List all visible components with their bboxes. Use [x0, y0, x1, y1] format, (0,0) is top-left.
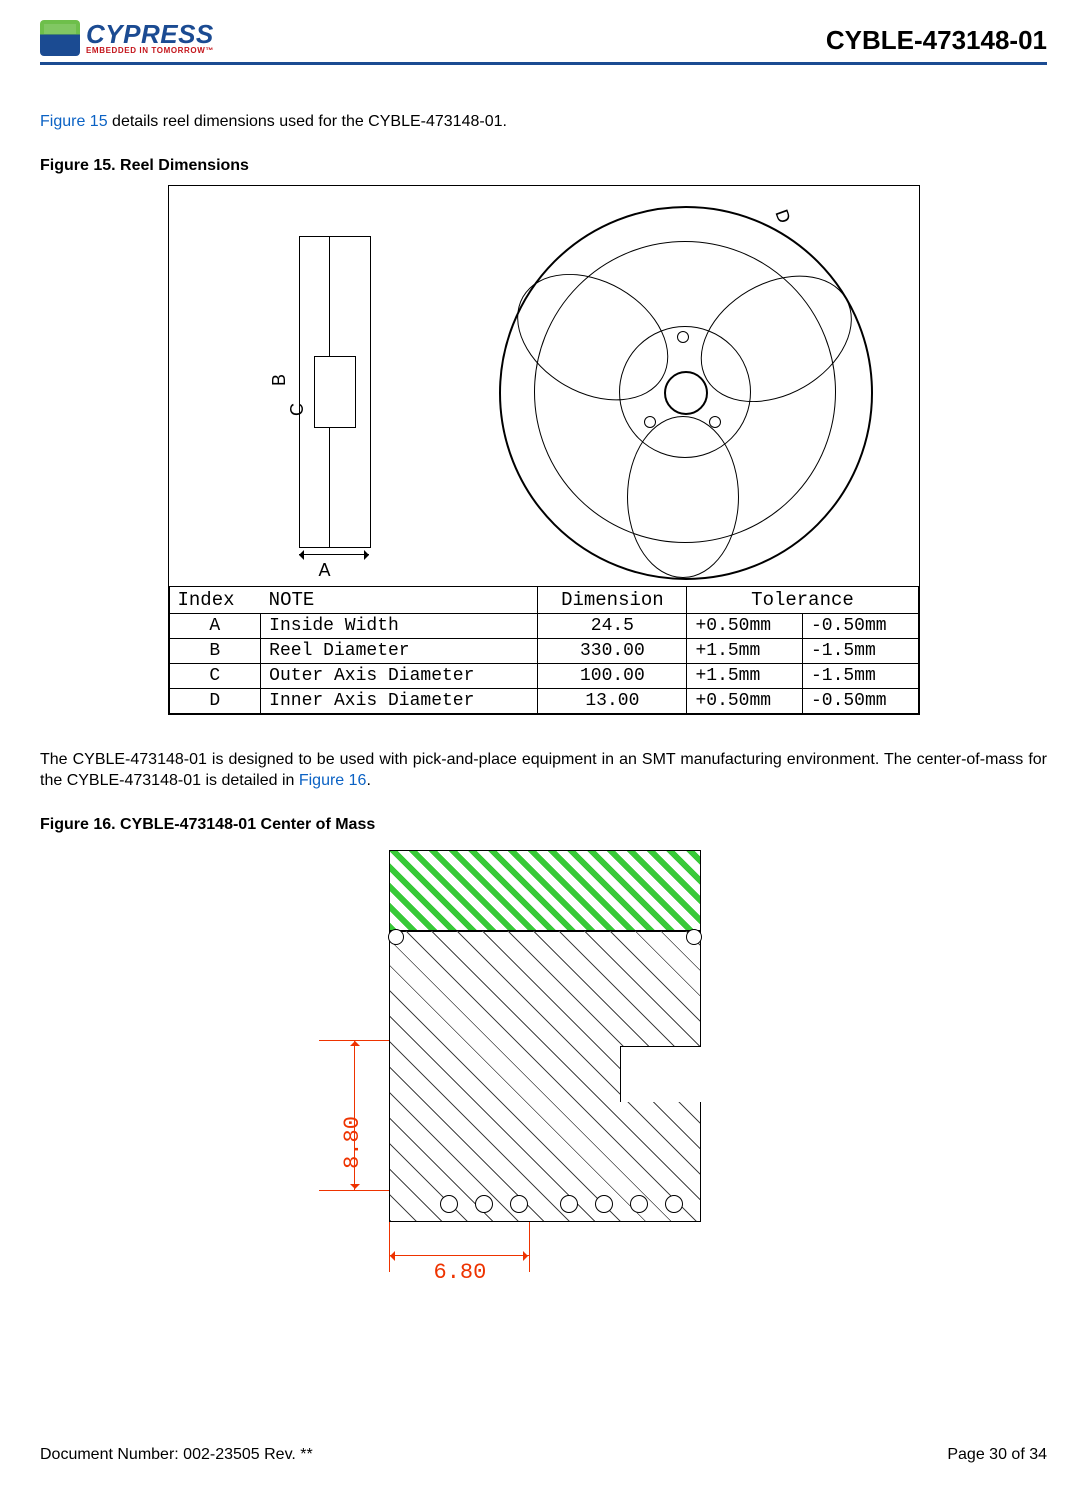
page-number: Page 30 of 34: [947, 1446, 1047, 1464]
figure-16: 8.80 6.80: [334, 850, 754, 1270]
com-y-dimension: 8.80: [339, 1116, 364, 1169]
label-c: C: [287, 403, 308, 416]
part-number: CYBLE-473148-01: [826, 25, 1047, 56]
table-row: C Outer Axis Diameter 100.00 +1.5mm -1.5…: [169, 663, 918, 688]
center-of-mass-drawing: 8.80 6.80: [334, 850, 754, 1270]
table-row: A Inside Width 24.5 +0.50mm -0.50mm: [169, 613, 918, 638]
label-d: D: [770, 206, 794, 225]
figure-15-title: Figure 15. Reel Dimensions: [40, 157, 1047, 175]
com-x-dimension: 6.80: [434, 1260, 487, 1285]
col-index: Index: [169, 586, 261, 613]
document-number: Document Number: 002-23505 Rev. **: [40, 1446, 313, 1464]
col-note: NOTE: [261, 586, 538, 613]
logo-text-top: CYPRESS: [86, 21, 214, 47]
page-footer: Document Number: 002-23505 Rev. ** Page …: [40, 1426, 1047, 1464]
figure-15-link[interactable]: Figure 15: [40, 113, 108, 130]
logo: CYPRESS EMBEDDED IN TOMORROW™: [40, 20, 214, 56]
table-row: D Inner Axis Diameter 13.00 +0.50mm -0.5…: [169, 688, 918, 713]
figure-15: B C A D: [168, 185, 920, 715]
label-b: B: [269, 374, 290, 386]
col-tolerance: Tolerance: [687, 586, 918, 613]
logo-icon: [40, 20, 80, 56]
reel-drawing: B C A D: [169, 186, 919, 586]
logo-text-bottom: EMBEDDED IN TOMORROW™: [86, 47, 214, 55]
figure-16-title: Figure 16. CYBLE-473148-01 Center of Mas…: [40, 816, 1047, 834]
label-a: A: [319, 560, 331, 581]
header-rule: [40, 62, 1047, 65]
figure-16-link[interactable]: Figure 16: [299, 772, 367, 789]
table-row: B Reel Diameter 330.00 +1.5mm -1.5mm: [169, 638, 918, 663]
dimensions-table: Index NOTE Dimension Tolerance A Inside …: [169, 586, 919, 714]
col-dimension: Dimension: [538, 586, 687, 613]
intro-text-2: The CYBLE-473148-01 is designed to be us…: [40, 749, 1047, 792]
table-header-row: Index NOTE Dimension Tolerance: [169, 586, 918, 613]
intro-text-1: Figure 15 details reel dimensions used f…: [40, 111, 1047, 133]
page-header: CYPRESS EMBEDDED IN TOMORROW™ CYBLE-4731…: [40, 20, 1047, 60]
